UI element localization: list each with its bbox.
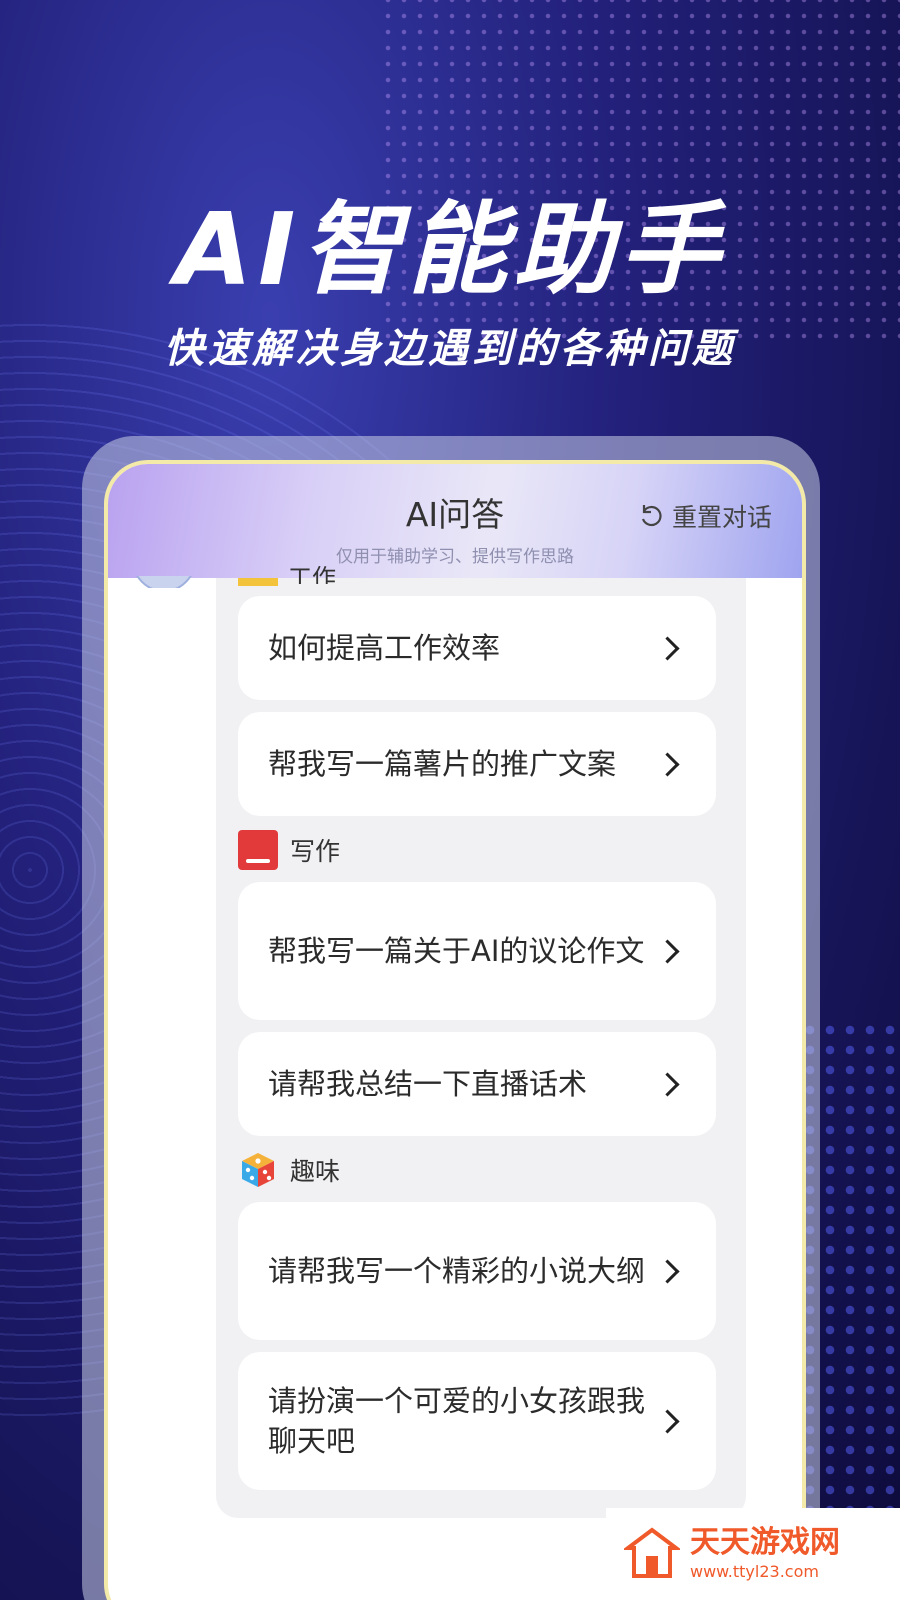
phone-screen: AI问答 仅用于辅助学习、提供写作思路 重置对话 工作 如何提高工作效率 帮我写… [104,460,806,1600]
question-card[interactable]: 如何提高工作效率 [238,596,716,700]
watermark-url: www.ttyl23.com [690,1562,819,1581]
reset-conversation-button[interactable]: 重置对话 [638,498,772,534]
chevron-right-icon [655,1409,680,1434]
book-icon [238,830,278,870]
question-card[interactable]: 请扮演一个可爱的小女孩跟我聊天吧 [238,1352,716,1490]
question-card[interactable]: 请帮我写一个精彩的小说大纲 [238,1202,716,1340]
header-disclaimer: 仅用于辅助学习、提供写作思路 [336,547,574,567]
chevron-right-icon [655,1259,680,1284]
chevron-right-icon [655,636,680,661]
page: AI智能助手 快速解决身边遇到的各种问题 AI问答 仅用于辅助学习、提供写作思路… [0,0,900,1600]
question-text: 请帮我写一个精彩的小说大纲 [268,1254,646,1288]
question-card[interactable]: 请帮我总结一下直播话术 [238,1032,716,1136]
question-card[interactable]: 帮我写一篇关于AI的议论作文 [238,882,716,1020]
hero-subtitle: 快速解决身边遇到的各种问题 [164,326,736,372]
hero-title: AI智能助手 [174,191,726,308]
folder-icon [238,578,278,586]
house-logo-icon [624,1527,680,1578]
chevron-right-icon [655,1072,680,1097]
dice-icon [242,1153,274,1187]
bot-avatar [132,576,192,588]
watermark-name: 天天游戏网 [690,1525,840,1560]
category-label-work: 工作 [288,566,336,584]
question-text: 请帮我总结一下直播话术 [268,1067,588,1101]
category-label: 写作 [290,837,341,866]
category-label: 趣味 [290,1157,341,1186]
chat-header: AI问答 仅用于辅助学习、提供写作思路 重置对话 [108,464,802,578]
chevron-right-icon [655,939,680,964]
question-text: 如何提高工作效率 [268,631,501,665]
question-text: 帮我写一篇关于AI的议论作文 [268,934,645,968]
category-fun: 趣味 [238,1150,340,1190]
site-watermark: 天天游戏网 www.ttyl23.com [606,1508,900,1600]
refresh-icon [641,505,662,527]
chevron-right-icon [655,752,680,777]
question-card[interactable]: 帮我写一篇薯片的推广文案 [238,712,716,816]
question-text: 帮我写一篇薯片的推广文案 [268,747,617,781]
reset-label: 重置对话 [671,503,772,532]
category-writing: 写作 [238,830,340,870]
question-text: 请扮演一个可爱的小女孩跟我聊天吧 [268,1384,646,1458]
